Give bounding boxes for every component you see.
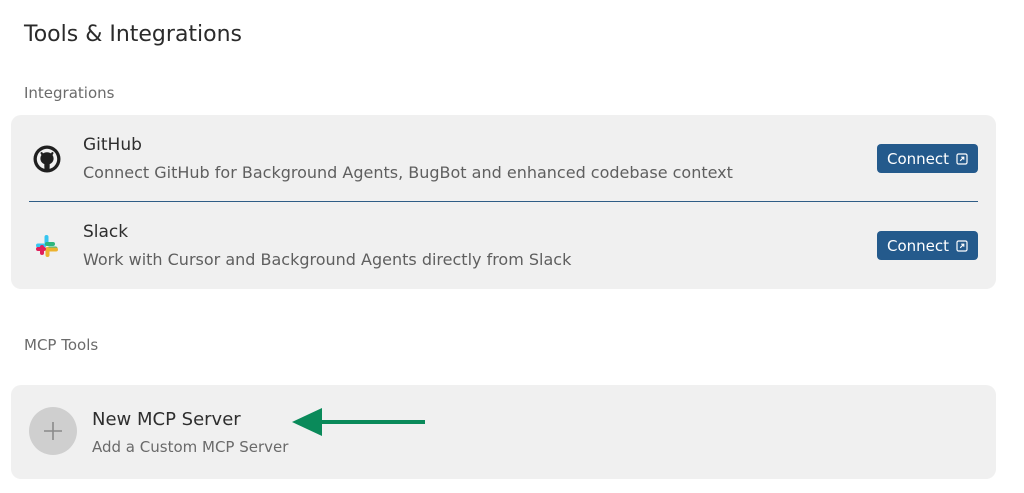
plus-icon xyxy=(44,422,62,440)
integration-title-slack: Slack xyxy=(83,222,129,242)
integration-desc-slack: Work with Cursor and Background Agents d… xyxy=(83,250,572,269)
connect-slack-button[interactable]: Connect xyxy=(877,231,978,260)
connect-button-label: Connect xyxy=(886,149,950,168)
integration-desc-github: Connect GitHub for Background Agents, Bu… xyxy=(83,163,733,182)
connect-github-button[interactable]: Connect xyxy=(877,144,978,173)
integration-row-slack: Slack Work with Cursor and Background Ag… xyxy=(11,202,996,288)
integrations-section-label: Integrations xyxy=(24,84,115,102)
connect-button-label: Connect xyxy=(886,236,950,255)
integrations-card: GitHub Connect GitHub for Background Age… xyxy=(11,115,996,289)
new-mcp-server-title: New MCP Server xyxy=(92,409,241,430)
mcp-section-label: MCP Tools xyxy=(24,336,99,354)
integration-title-github: GitHub xyxy=(83,135,142,155)
new-mcp-server-subtitle: Add a Custom MCP Server xyxy=(92,438,289,456)
integration-row-github: GitHub Connect GitHub for Background Age… xyxy=(11,115,996,201)
external-link-icon xyxy=(956,239,968,252)
external-link-icon xyxy=(956,152,968,165)
page-title: Tools & Integrations xyxy=(24,22,243,47)
github-icon xyxy=(33,145,61,173)
annotation-arrow-icon xyxy=(292,408,425,436)
slack-icon xyxy=(36,235,58,257)
new-mcp-server-card[interactable]: New MCP Server Add a Custom MCP Server xyxy=(11,385,996,479)
add-mcp-server-button[interactable] xyxy=(29,407,77,455)
